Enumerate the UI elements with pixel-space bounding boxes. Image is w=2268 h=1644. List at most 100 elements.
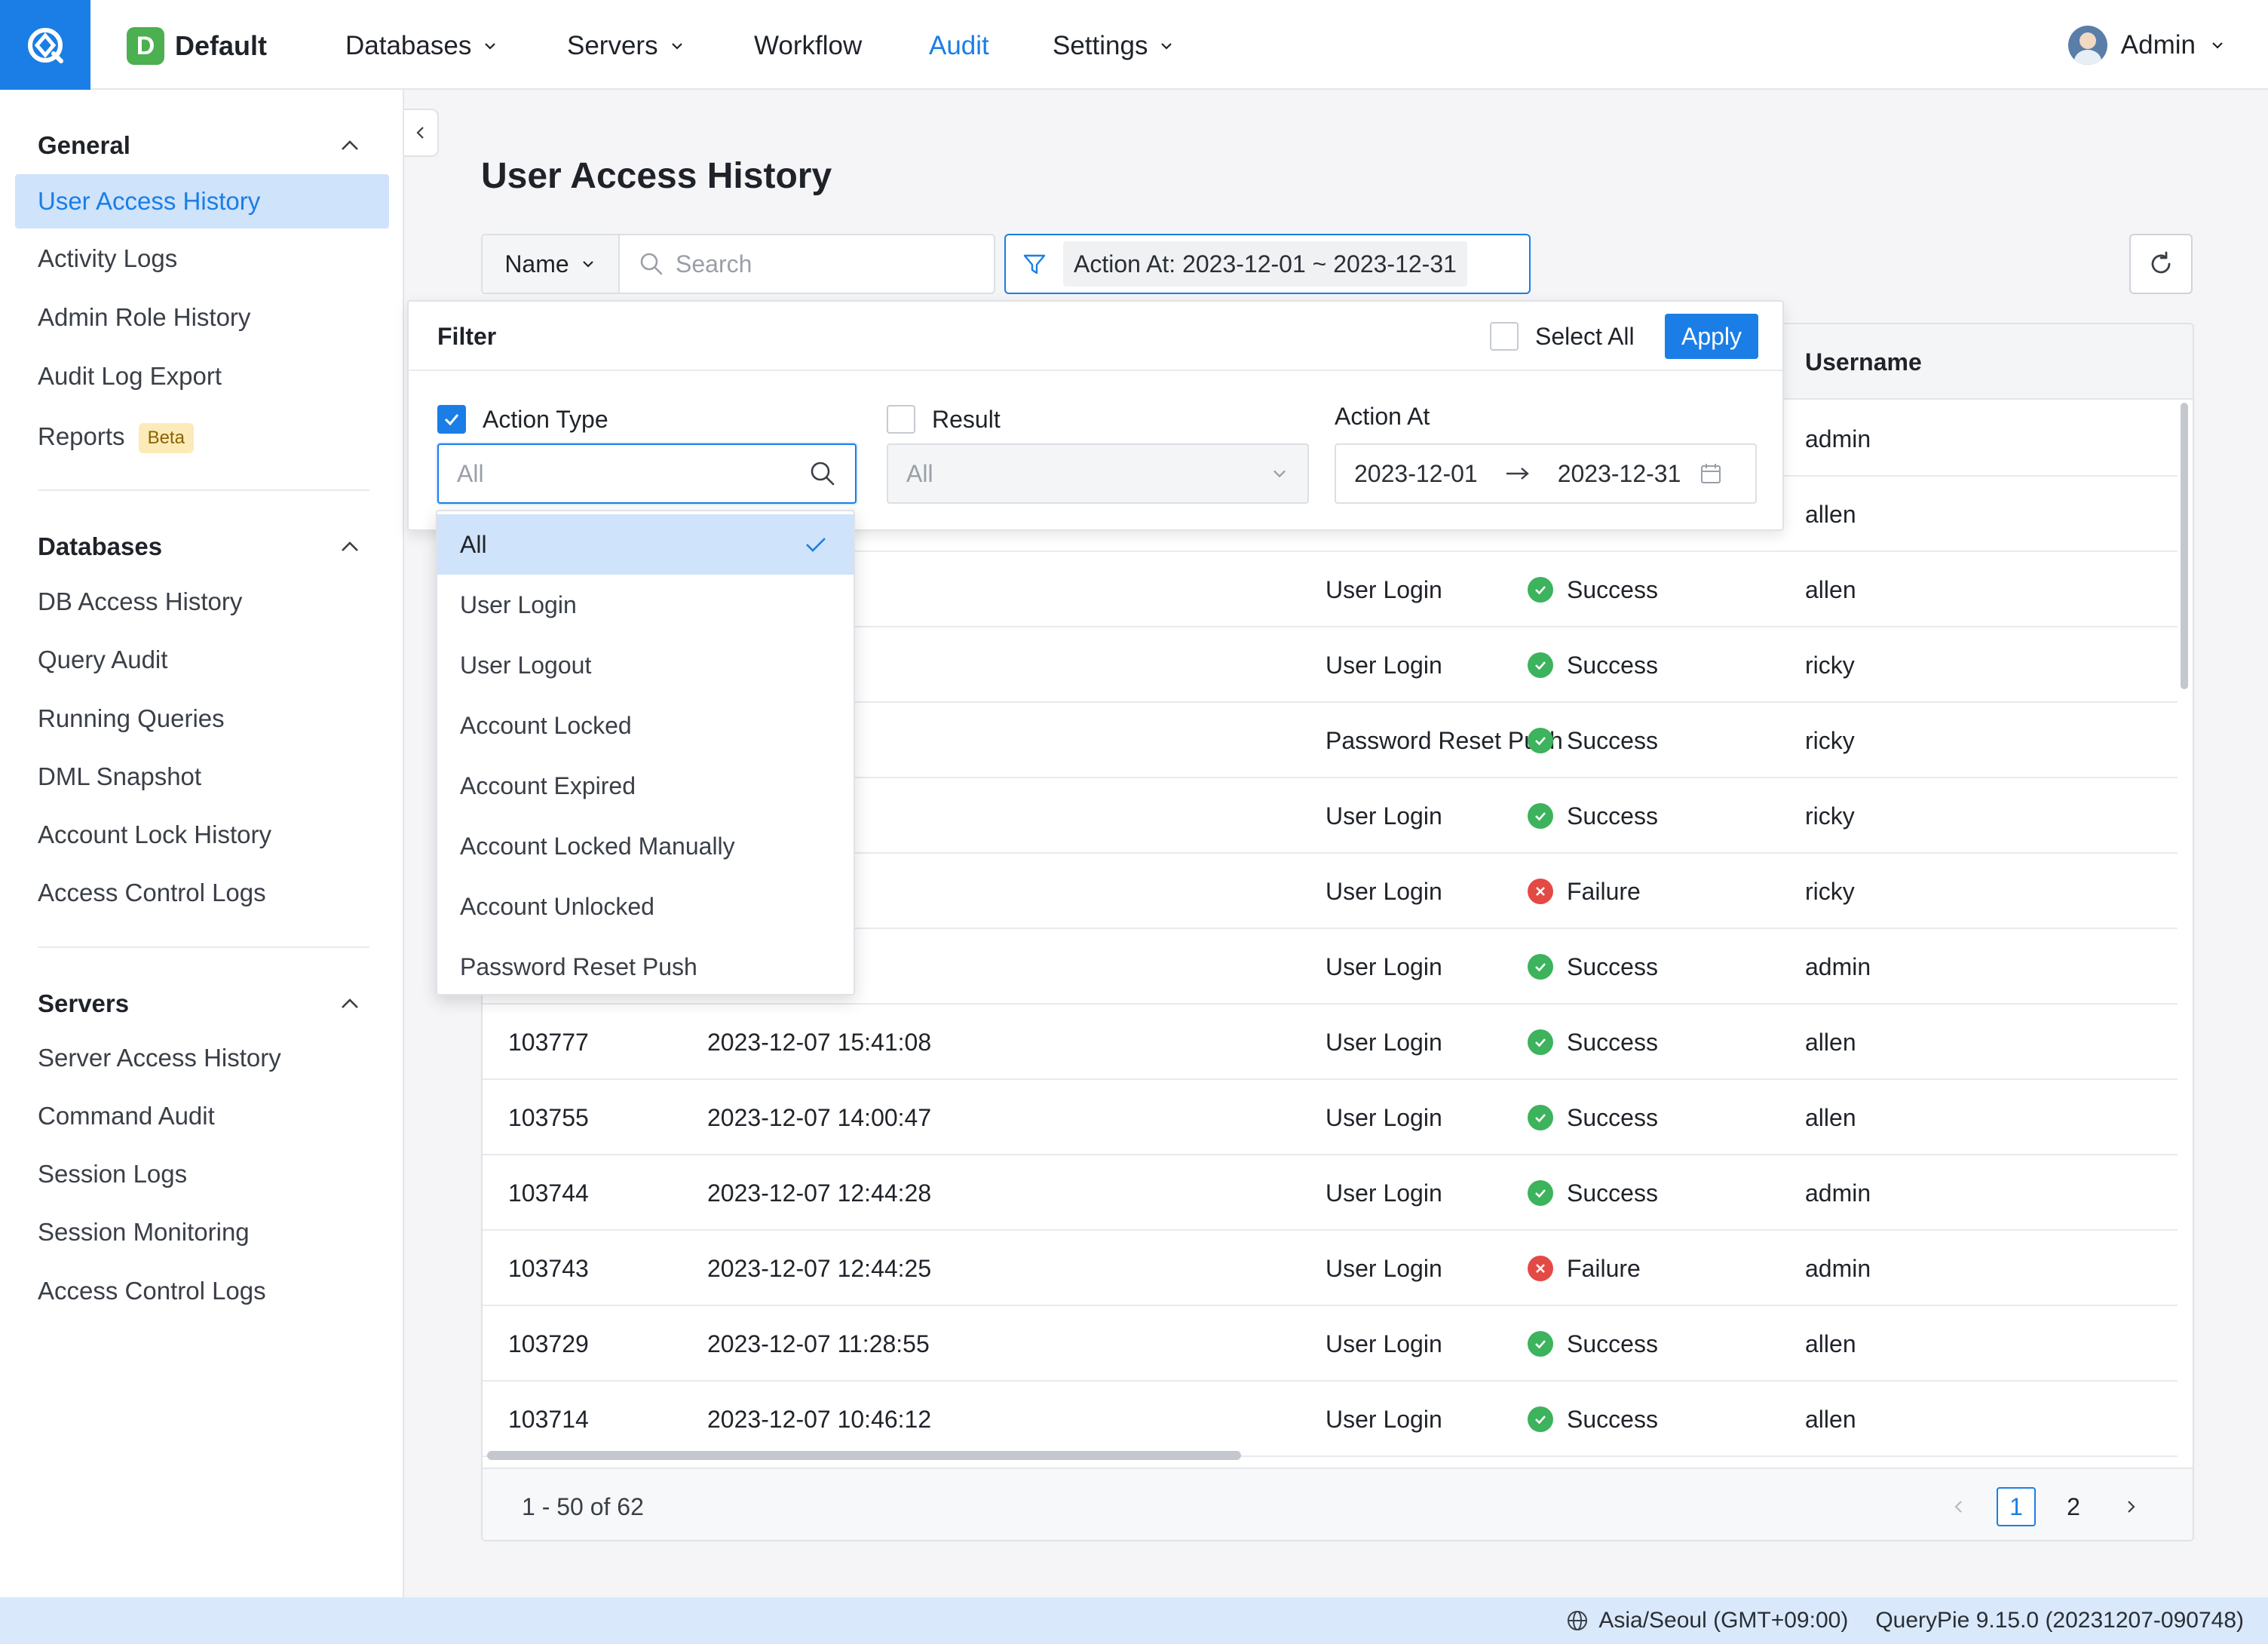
table-row[interactable]: 103744 2023-12-07 12:44:28 User Login Succe… <box>483 1155 2178 1231</box>
sidebar-item-account-lock-history[interactable]: Account Lock History <box>15 808 389 862</box>
sidebar-item-running-queries[interactable]: Running Queries <box>15 692 389 746</box>
page-2-button[interactable]: 2 <box>2054 1487 2093 1526</box>
sidebar-section-servers[interactable]: Servers <box>38 986 129 1022</box>
sidebar-item-user-access-history[interactable]: User Access History <box>15 174 389 229</box>
cell-action-type: User Login <box>1326 652 1442 679</box>
horizontal-scrollbar[interactable] <box>487 1451 1241 1460</box>
sidebar-section-general[interactable]: General <box>38 127 130 164</box>
next-page-button[interactable] <box>2111 1487 2150 1526</box>
sidebar-item-activity-logs[interactable]: Activity Logs <box>15 232 389 286</box>
search-icon <box>640 253 663 275</box>
cell-result: Success <box>1528 1306 1658 1382</box>
chevron-up-icon[interactable] <box>336 533 363 560</box>
chevron-up-icon[interactable] <box>336 990 363 1017</box>
search-icon <box>811 462 835 486</box>
checkbox-checked[interactable] <box>437 405 466 434</box>
user-menu[interactable]: Admin <box>2067 24 2226 66</box>
page-1-button[interactable]: 1 <box>1997 1487 2036 1526</box>
nav-servers[interactable]: Servers <box>567 27 685 65</box>
sidebar-section-databases[interactable]: Databases <box>38 529 162 565</box>
column-header-username[interactable]: Username <box>1805 324 1922 400</box>
select-all-checkbox[interactable]: Select All <box>1490 321 1635 351</box>
sidebar-item-session-logs[interactable]: Session Logs <box>15 1147 389 1201</box>
active-filter-chip[interactable]: Action At: 2023-12-01 ~ 2023-12-31 <box>1004 234 1531 294</box>
action-at-date-range[interactable]: 2023-12-01 2023-12-31 <box>1335 443 1757 504</box>
table-row[interactable]: 103777 2023-12-07 15:41:08 User Login Succe… <box>483 1004 2178 1080</box>
user-name: Admin <box>2120 30 2196 60</box>
action-type-input[interactable]: All <box>437 443 857 504</box>
cell-action-type: User Login <box>1326 953 1442 980</box>
nav-audit[interactable]: Audit <box>929 27 989 65</box>
timezone-display[interactable]: Asia/Seoul (GMT+09:00) <box>1565 1608 1848 1633</box>
chevron-down-icon <box>2212 42 2223 49</box>
avatar <box>2067 26 2107 65</box>
sidebar-item-db-access-control-logs[interactable]: Access Control Logs <box>15 866 389 920</box>
page-title: User Access History <box>481 156 832 196</box>
refresh-icon <box>2151 251 2171 274</box>
sidebar-item-command-audit[interactable]: Command Audit <box>15 1089 389 1143</box>
sidebar-item-dml-snapshot[interactable]: DML Snapshot <box>15 750 389 804</box>
action-type-placeholder: All <box>457 459 484 487</box>
app-logo[interactable] <box>0 0 90 90</box>
action-type-checkbox[interactable]: Action Type <box>437 403 608 436</box>
nav-databases-label: Databases <box>345 31 472 60</box>
chevron-up-icon[interactable] <box>336 132 363 159</box>
cell-action-type: User Login <box>1326 802 1442 830</box>
sidebar-item-server-access-control-logs[interactable]: Access Control Logs <box>15 1264 389 1318</box>
cell-action-at: 2023-12-07 15:41:08 <box>707 1029 932 1056</box>
sidebar-item-query-audit[interactable]: Query Audit <box>15 633 389 687</box>
cell-username: allen <box>1805 1029 1856 1056</box>
org-badge[interactable]: D <box>127 27 164 65</box>
table-row[interactable]: 103729 2023-12-07 11:28:55 User Login Succe… <box>483 1306 2178 1382</box>
table-row[interactable]: 103755 2023-12-07 14:00:47 User Login Succe… <box>483 1080 2178 1155</box>
sidebar-item-server-access-history[interactable]: Server Access History <box>15 1031 389 1085</box>
date-to[interactable]: 2023-12-31 <box>1558 460 1681 488</box>
table-row[interactable]: 103743 2023-12-07 12:44:25 User Login Failu… <box>483 1231 2178 1306</box>
querypie-logo-icon <box>28 27 63 63</box>
sidebar-item-session-monitoring[interactable]: Session Monitoring <box>15 1205 389 1259</box>
dropdown-option-account-locked[interactable]: Account Locked <box>437 695 854 756</box>
cell-result: Success <box>1528 1080 1658 1155</box>
vertical-scrollbar[interactable] <box>2181 403 2188 1458</box>
search-input[interactable] <box>676 250 977 278</box>
refresh-button[interactable] <box>2129 234 2193 294</box>
cell-username: ricky <box>1805 802 1855 830</box>
search-bar: Name <box>481 234 995 294</box>
sidebar-item-reports[interactable]: Reports Beta <box>15 409 389 464</box>
org-name[interactable]: Default <box>175 27 267 65</box>
search-field-select[interactable]: Name <box>483 235 620 293</box>
checkbox[interactable] <box>887 405 915 434</box>
dropdown-option-user-login[interactable]: User Login <box>437 575 854 635</box>
cell-result: Success <box>1528 703 1658 778</box>
dropdown-option-password-reset-push[interactable]: Password Reset Push <box>437 937 854 997</box>
result-checkbox[interactable]: Result <box>887 403 1001 436</box>
dropdown-option-account-expired[interactable]: Account Expired <box>437 756 854 816</box>
result-text: Success <box>1567 1029 1658 1056</box>
date-from[interactable]: 2023-12-01 <box>1354 460 1478 488</box>
dropdown-option-account-locked-manually[interactable]: Account Locked Manually <box>437 816 854 876</box>
nav-databases[interactable]: Databases <box>345 27 498 65</box>
filter-panel-title: Filter <box>437 323 497 350</box>
sidebar-divider <box>38 946 369 948</box>
nav-settings[interactable]: Settings <box>1053 27 1175 65</box>
dropdown-option-all[interactable]: All <box>437 514 854 575</box>
sidebar-item-admin-role-history[interactable]: Admin Role History <box>15 290 389 345</box>
dropdown-option-user-logout[interactable]: User Logout <box>437 635 854 695</box>
sidebar-item-db-access-history[interactable]: DB Access History <box>15 575 389 629</box>
sidebar-collapse-button[interactable] <box>404 109 439 157</box>
result-text: Success <box>1567 953 1658 980</box>
nav-workflow[interactable]: Workflow <box>754 27 862 65</box>
search-field <box>620 235 994 293</box>
nav-settings-label: Settings <box>1053 31 1148 60</box>
dropdown-option-account-unlocked[interactable]: Account Unlocked <box>437 876 854 937</box>
pagination: 1 2 <box>1939 1487 2150 1526</box>
cell-result: Success <box>1528 552 1658 627</box>
table-row[interactable]: 103714 2023-12-07 10:46:12 User Login Succe… <box>483 1382 2178 1457</box>
sidebar-item-audit-log-export[interactable]: Audit Log Export <box>15 349 389 403</box>
checkbox[interactable] <box>1490 322 1519 351</box>
cell-username: allen <box>1805 576 1856 603</box>
apply-button[interactable]: Apply <box>1665 314 1758 359</box>
prev-page-button[interactable] <box>1939 1487 1978 1526</box>
sidebar-item-label: Reports <box>38 422 125 450</box>
result-select[interactable]: All <box>887 443 1309 504</box>
